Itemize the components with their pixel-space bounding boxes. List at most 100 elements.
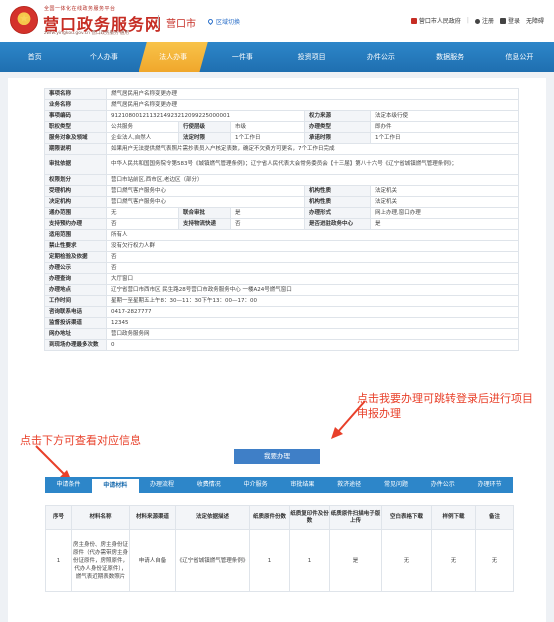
field-label: 承诺时限 xyxy=(304,132,371,144)
field-value: 燃气居民用户名称变更办理 xyxy=(105,99,520,111)
field-value: 企业法人,自然人 xyxy=(106,132,179,144)
field-value: 1个工作日 xyxy=(230,132,305,144)
field-value: 营口燃气客户服务中心 xyxy=(106,185,305,197)
field-label: 法定时限 xyxy=(178,132,231,144)
field-label: 适用范围 xyxy=(44,229,107,241)
field-label: 监督投诉渠道 xyxy=(44,317,107,329)
top-links: 营口市人民政府 | 注册 登录 无障碍 xyxy=(410,16,544,25)
tab-conditions[interactable]: 申请条件 xyxy=(45,477,92,493)
gov-link[interactable]: 营口市人民政府 xyxy=(410,16,461,25)
field-value: 否 xyxy=(105,251,520,263)
table-row: 禁止性要求 没有欠行权力人群 xyxy=(44,240,520,252)
field-label: 联合审批 xyxy=(178,207,231,219)
site-url: zwfw.yingkou.gov.cn 营口政务服务·通用 xyxy=(44,31,129,36)
table-row: 受理机构 营口燃气客户服务中心 机构性质 法定机关 xyxy=(44,185,520,197)
nav-one-thing[interactable]: 一件事 xyxy=(208,42,277,72)
field-value: 燃气居民用户名称变更办理 xyxy=(105,88,520,100)
field-label: 咨询联系电话 xyxy=(44,306,107,318)
user-icon xyxy=(474,19,480,24)
nav-legal-person[interactable]: 法人办事 xyxy=(138,42,208,72)
sample-download[interactable]: 无 xyxy=(431,529,476,592)
column-header: 序号 xyxy=(45,505,72,530)
table-row: 决定机构 营口燃气客户服务中心 机构性质 法定机关 xyxy=(44,196,520,208)
field-value: 是 xyxy=(230,207,305,219)
materials-table: 序号 材料名称 材料来源渠道 法定依据描述 纸质原件份数 纸质复印件及份数 纸质… xyxy=(45,505,514,592)
table-row: 审批依据 中华人民共和国国务院令第583号《城镇燃气管理条例》；辽宁省人民代表大会… xyxy=(44,154,520,175)
blank-form-download[interactable]: 无 xyxy=(381,529,432,592)
table-row: 业务名称 燃气居民用户名称变更办理 xyxy=(44,99,520,111)
detail-tabs: 申请条件 申请材料 办理流程 收费情况 中介服务 审批结果 救济途径 常见问题 … xyxy=(45,477,513,493)
nav-info-public[interactable]: 信息公开 xyxy=(485,42,554,72)
field-value: 中华人民共和国国务院令第583号《城镇燃气管理条例》；辽宁省人民代表大会常务委员… xyxy=(105,154,520,175)
field-value: 1个工作日 xyxy=(369,132,520,144)
tab-case-public[interactable]: 办件公示 xyxy=(419,477,466,493)
table-row: 1 房主身份、房主身份证原件（代办需带房主身份证原件，房照原件，代办人身份证原件… xyxy=(45,529,514,592)
item-info-table: 事项名称 燃气居民用户名称变更办理 业务名称 燃气居民用户名称变更办理 事项编码 91… xyxy=(44,88,520,351)
field-label: 权力来源 xyxy=(304,110,371,122)
field-value: 是 xyxy=(369,218,520,230)
register-link[interactable]: 注册 xyxy=(474,16,494,25)
tab-process[interactable]: 办理流程 xyxy=(139,477,186,493)
field-label: 办理公示 xyxy=(44,262,107,274)
field-label: 办理地点 xyxy=(44,284,107,296)
nav-home[interactable]: 首页 xyxy=(0,42,69,72)
field-value: 12345 xyxy=(105,317,520,329)
table-row: 网办地址 营口政务服务网 xyxy=(44,328,520,340)
column-header: 纸质原件份数 xyxy=(249,505,290,530)
tab-fees[interactable]: 收费情况 xyxy=(185,477,232,493)
nav-case-public[interactable]: 办件公示 xyxy=(346,42,415,72)
field-value: 公共服务 xyxy=(106,121,179,133)
site-header: 全国一体化在线政务服务平台 营口政务服务网 zwfw.yingkou.gov.c… xyxy=(0,0,554,42)
barrier-free-link[interactable]: 无障碍 xyxy=(526,16,544,25)
field-label: 业务名称 xyxy=(44,99,107,111)
tab-materials[interactable]: 申请材料 xyxy=(91,477,139,493)
column-header: 法定依据描述 xyxy=(175,505,250,530)
field-label: 职权类型 xyxy=(44,121,107,133)
field-value: 法定机关 xyxy=(369,196,520,208)
tab-steps[interactable]: 办理环节 xyxy=(466,477,513,493)
nav-personal[interactable]: 个人办事 xyxy=(69,42,138,72)
table-row: 到现场办理最多次数 0 xyxy=(44,339,520,351)
field-value: 法定机关 xyxy=(369,185,520,197)
tab-faq[interactable]: 常见问题 xyxy=(373,477,420,493)
current-city: 营口市 xyxy=(166,19,196,30)
field-label: 禁止性要求 xyxy=(44,240,107,252)
field-value: 辽宁省营口市西市区 民生路28号营口市政务服务中心 一楼A24号燃气窗口 xyxy=(105,284,520,296)
region-switch-link[interactable]: 区域切换 xyxy=(206,17,240,26)
column-header: 样例下载 xyxy=(431,505,476,530)
field-label: 工作时间 xyxy=(44,295,107,307)
tab-intermediary[interactable]: 中介服务 xyxy=(232,477,279,493)
column-header: 材料来源渠道 xyxy=(129,505,176,530)
field-label: 期限说明 xyxy=(44,143,107,155)
field-value: 星期一至星期五上午8：30—11：30下午13：00—17：00 xyxy=(105,295,520,307)
field-value: 大厅窗口 xyxy=(105,273,520,285)
table-row: 监督投诉渠道 12345 xyxy=(44,317,520,329)
field-value: 营口燃气客户服务中心 xyxy=(106,196,305,208)
field-label: 权限划分 xyxy=(44,174,107,186)
field-value: 营口政务服务网 xyxy=(105,328,520,340)
login-label: 登录 xyxy=(507,18,520,25)
divider: | xyxy=(466,17,469,24)
field-value: 营口市站前区,西市区,老边区（部分） xyxy=(105,174,520,186)
apply-button[interactable]: 我要办理 xyxy=(234,449,320,464)
field-value: 否 xyxy=(230,218,305,230)
nav-investment[interactable]: 投资项目 xyxy=(277,42,346,72)
field-value: 即办件 xyxy=(369,121,520,133)
field-value: 网上办理,窗口办理 xyxy=(369,207,520,219)
table-header-row: 序号 材料名称 材料来源渠道 法定依据描述 纸质原件份数 纸质复印件及份数 纸质… xyxy=(45,505,514,530)
table-row: 事项名称 燃气居民用户名称变更办理 xyxy=(44,88,520,100)
location-pin-icon xyxy=(206,17,215,26)
tab-remedy[interactable]: 救济途径 xyxy=(326,477,373,493)
field-label: 是否进驻政务中心 xyxy=(304,218,371,230)
login-link[interactable]: 登录 xyxy=(499,16,520,25)
table-row: 咨询联系电话 0417-2827777 xyxy=(44,306,520,318)
annotation-arrow-icon xyxy=(331,400,366,439)
field-value: 市级 xyxy=(230,121,305,133)
tab-results[interactable]: 审批结果 xyxy=(279,477,326,493)
nav-data-service[interactable]: 数据服务 xyxy=(416,42,485,72)
table-row: 办理查询 大厅窗口 xyxy=(44,273,520,285)
table-row: 期限说明 如果用户无法提供燃气表照片需抄表员入户核定表数，确定不欠费方可更名，7个… xyxy=(44,143,520,155)
table-cell: 房主身份、房主身份证原件（代办需带房主身份证原件，房照原件，代办人身份证原件），… xyxy=(71,529,130,592)
table-cell: 《辽宁省城镇燃气管理条例》 xyxy=(175,529,250,592)
table-cell: 1 xyxy=(289,529,330,592)
